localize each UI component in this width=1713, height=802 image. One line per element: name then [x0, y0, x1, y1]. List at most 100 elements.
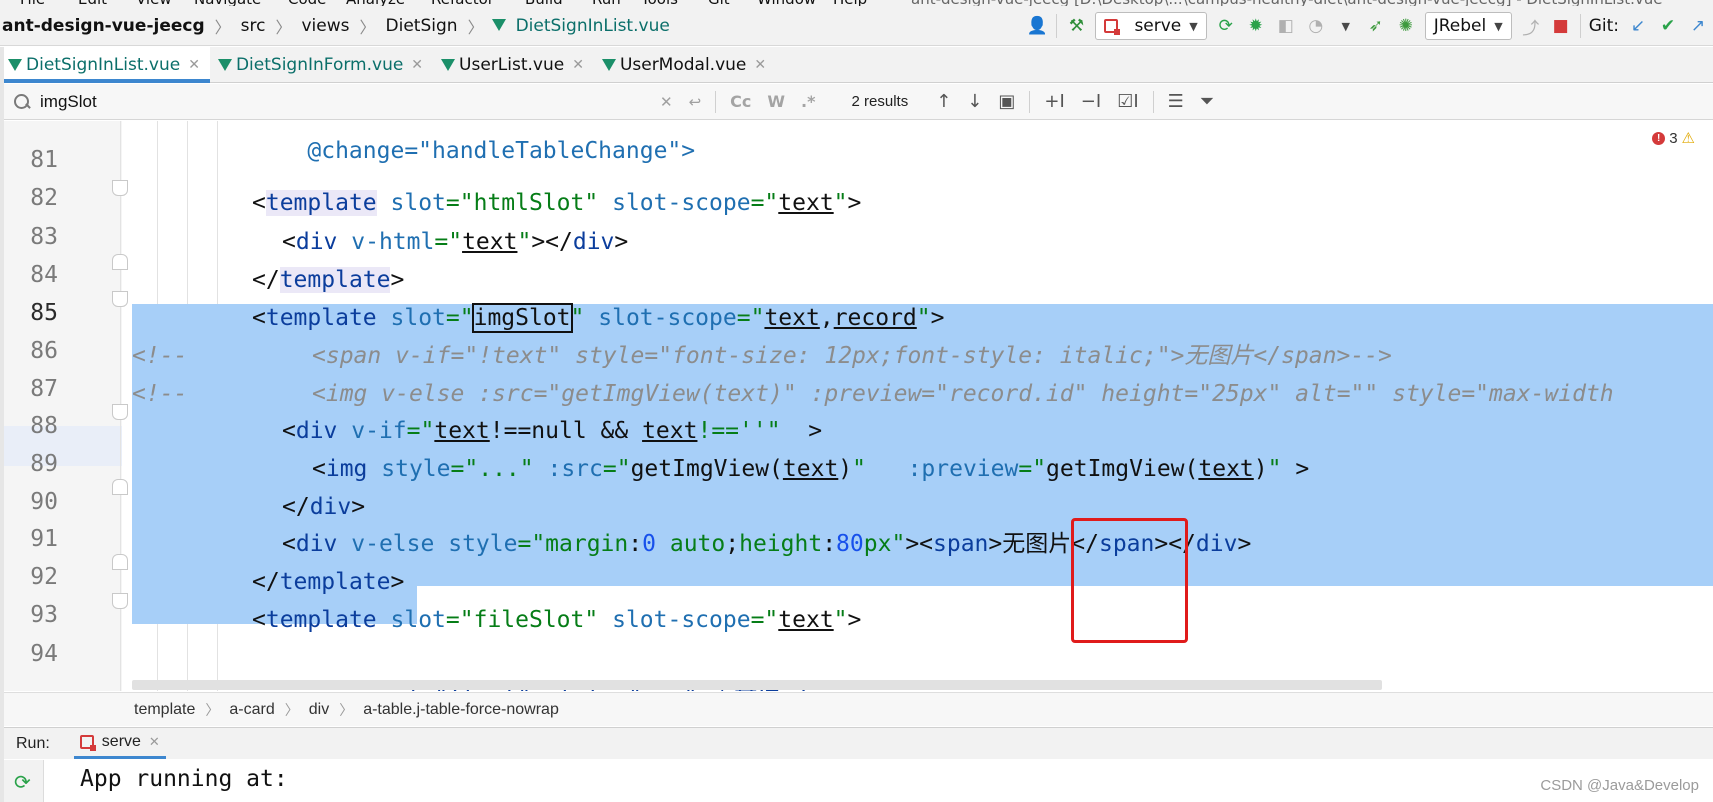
fold-marker[interactable] [112, 479, 128, 495]
filter-icon[interactable]: ⏷ [1200, 91, 1214, 112]
jrebel-dropdown[interactable]: JRebel ▼ [1424, 12, 1512, 40]
code-punct: : [822, 531, 837, 557]
code-punct: > [988, 531, 1003, 557]
code-punct: > [930, 305, 945, 331]
code-value: text [642, 418, 698, 444]
chevron-right-icon: 〉 [205, 702, 220, 719]
code-tag: div [295, 418, 338, 444]
match-case-toggle[interactable]: Cc [730, 92, 751, 111]
close-icon[interactable]: ✕ [188, 57, 200, 73]
build-hammer-icon[interactable]: ⚒ [1065, 15, 1087, 37]
fold-marker[interactable] [112, 291, 128, 307]
code-punct: =" [750, 607, 779, 633]
stop-icon[interactable]: ■ [1550, 15, 1572, 37]
chevron-down-icon[interactable]: ▼ [1335, 15, 1357, 37]
code-punct: > [351, 494, 366, 520]
code-attr: slot-scope [598, 305, 737, 331]
run-tab-serve[interactable]: serve ✕ [73, 728, 166, 759]
code-line-93: <template slot="fileSlot" slot-scope="te… [252, 600, 861, 640]
regex-toggle[interactable]: .* [801, 92, 815, 111]
line-number: 88 [30, 413, 58, 439]
code-value: text [462, 229, 518, 255]
breadcrumb-item-template[interactable]: template [134, 701, 195, 719]
whole-words-toggle[interactable]: W [767, 92, 785, 111]
code-line-84: </template> [252, 260, 404, 300]
arrow-down-icon[interactable]: ↓ [967, 91, 982, 112]
nav-crumb-views[interactable]: views [300, 16, 352, 36]
filter-options-icon[interactable]: ☰ [1168, 91, 1184, 112]
close-icon[interactable]: ✕ [149, 734, 160, 750]
breadcrumb-item-a-card[interactable]: a-card [229, 701, 274, 719]
problems-indicator[interactable]: ! 3 ⚠ [1652, 129, 1695, 147]
jrebel-debug-icon[interactable]: ✺ [1395, 15, 1417, 37]
close-icon[interactable]: ✕ [572, 57, 584, 73]
nav-crumb-src[interactable]: src [239, 16, 268, 36]
nav-crumb-file[interactable]: DietSignInList.vue [514, 16, 672, 36]
rerun-icon[interactable]: ⟳ [1215, 15, 1237, 37]
remove-occurrence-icon[interactable]: −I [1081, 91, 1101, 112]
code-attr: slot [390, 305, 446, 331]
code-line-90: </div> [282, 487, 365, 527]
new-line-icon[interactable]: ↩ [689, 93, 702, 111]
clear-search-icon[interactable]: ✕ [660, 93, 673, 111]
debug-bug-icon[interactable]: ✹ [1245, 15, 1267, 37]
git-update-icon[interactable]: ↙ [1627, 15, 1649, 37]
nav-crumb-dietsign[interactable]: DietSign [384, 16, 460, 36]
code-punct: </ [252, 267, 280, 293]
code-value: record [833, 305, 917, 331]
code-attr: style [448, 531, 518, 557]
fold-marker[interactable] [112, 554, 128, 570]
search-icon[interactable] [12, 92, 32, 112]
git-commit-icon[interactable]: ✔ [1657, 15, 1679, 37]
code-punct: =" [445, 607, 474, 633]
close-icon[interactable]: ✕ [411, 57, 423, 73]
breadcrumb-item-a-table[interactable]: a-table.j-table-force-nowrap [363, 701, 559, 719]
coverage-icon[interactable]: ◧ [1275, 15, 1297, 37]
line-number: 87 [30, 376, 58, 402]
jrebel-run-icon[interactable]: ➶ [1365, 15, 1387, 37]
code-punct: " [584, 607, 599, 633]
fold-marker[interactable] [112, 180, 128, 196]
code-tag: template [279, 569, 391, 595]
code-tag: template [279, 267, 391, 293]
attach-icon[interactable]: ⤴ [1520, 15, 1542, 39]
rerun-icon[interactable]: ⟳ [14, 770, 31, 794]
code-punct: > [390, 569, 405, 595]
fold-marker[interactable] [112, 254, 128, 270]
tab-usermodal[interactable]: UserModal.vue ✕ [594, 47, 776, 82]
add-occurrence-icon[interactable]: +I [1044, 91, 1064, 112]
tab-label: UserModal.vue [619, 54, 747, 75]
nav-crumb-project[interactable]: ant-design-vue-jeecg [0, 16, 207, 36]
tab-dietsigninlist[interactable]: DietSignInList.vue ✕ [0, 47, 210, 83]
search-input[interactable] [32, 86, 652, 117]
error-count: 3 [1669, 129, 1678, 147]
code-punct: > [1237, 531, 1252, 557]
fold-marker[interactable] [112, 593, 128, 609]
code-line-82: <template slot="htmlSlot" slot-scope="te… [252, 183, 861, 223]
fold-marker[interactable] [112, 404, 128, 420]
code-tag: span [933, 531, 989, 557]
line-number: 85 [30, 300, 58, 326]
git-push-icon[interactable]: ↗ [1687, 15, 1709, 37]
open-in-window-icon[interactable]: ▣ [998, 91, 1015, 112]
code-attr: v-html [351, 229, 435, 255]
run-config-dropdown[interactable]: serve ▼ [1095, 12, 1207, 40]
run-panel-header: Run: serve ✕ [0, 727, 1713, 759]
code-editor[interactable]: 80 81 82 83 84 85 86 87 88 89 90 91 92 93 94 @change="… [0, 121, 1713, 691]
breadcrumb-item-div[interactable]: div [309, 701, 329, 719]
code-punct: =" [750, 190, 779, 216]
horizontal-scrollbar[interactable] [132, 680, 1382, 690]
code-value: text [778, 190, 834, 216]
select-all-occurrences-icon[interactable]: ☑I [1117, 91, 1138, 112]
user-icon[interactable]: 👤 [1026, 15, 1048, 37]
close-icon[interactable]: ✕ [754, 57, 766, 73]
chevron-right-icon: 〉 [275, 17, 292, 37]
watermark: CSDN @Java&Develop [1540, 777, 1699, 794]
profiler-icon[interactable]: ◔ [1305, 15, 1327, 37]
vue-file-icon [8, 59, 22, 71]
tab-userlist[interactable]: UserList.vue ✕ [433, 47, 594, 82]
line-number: 91 [30, 526, 58, 552]
arrow-up-icon[interactable]: ↑ [936, 91, 951, 112]
code-punct: >< [905, 531, 934, 557]
tab-dietsigninform[interactable]: DietSignInForm.vue ✕ [210, 47, 433, 82]
